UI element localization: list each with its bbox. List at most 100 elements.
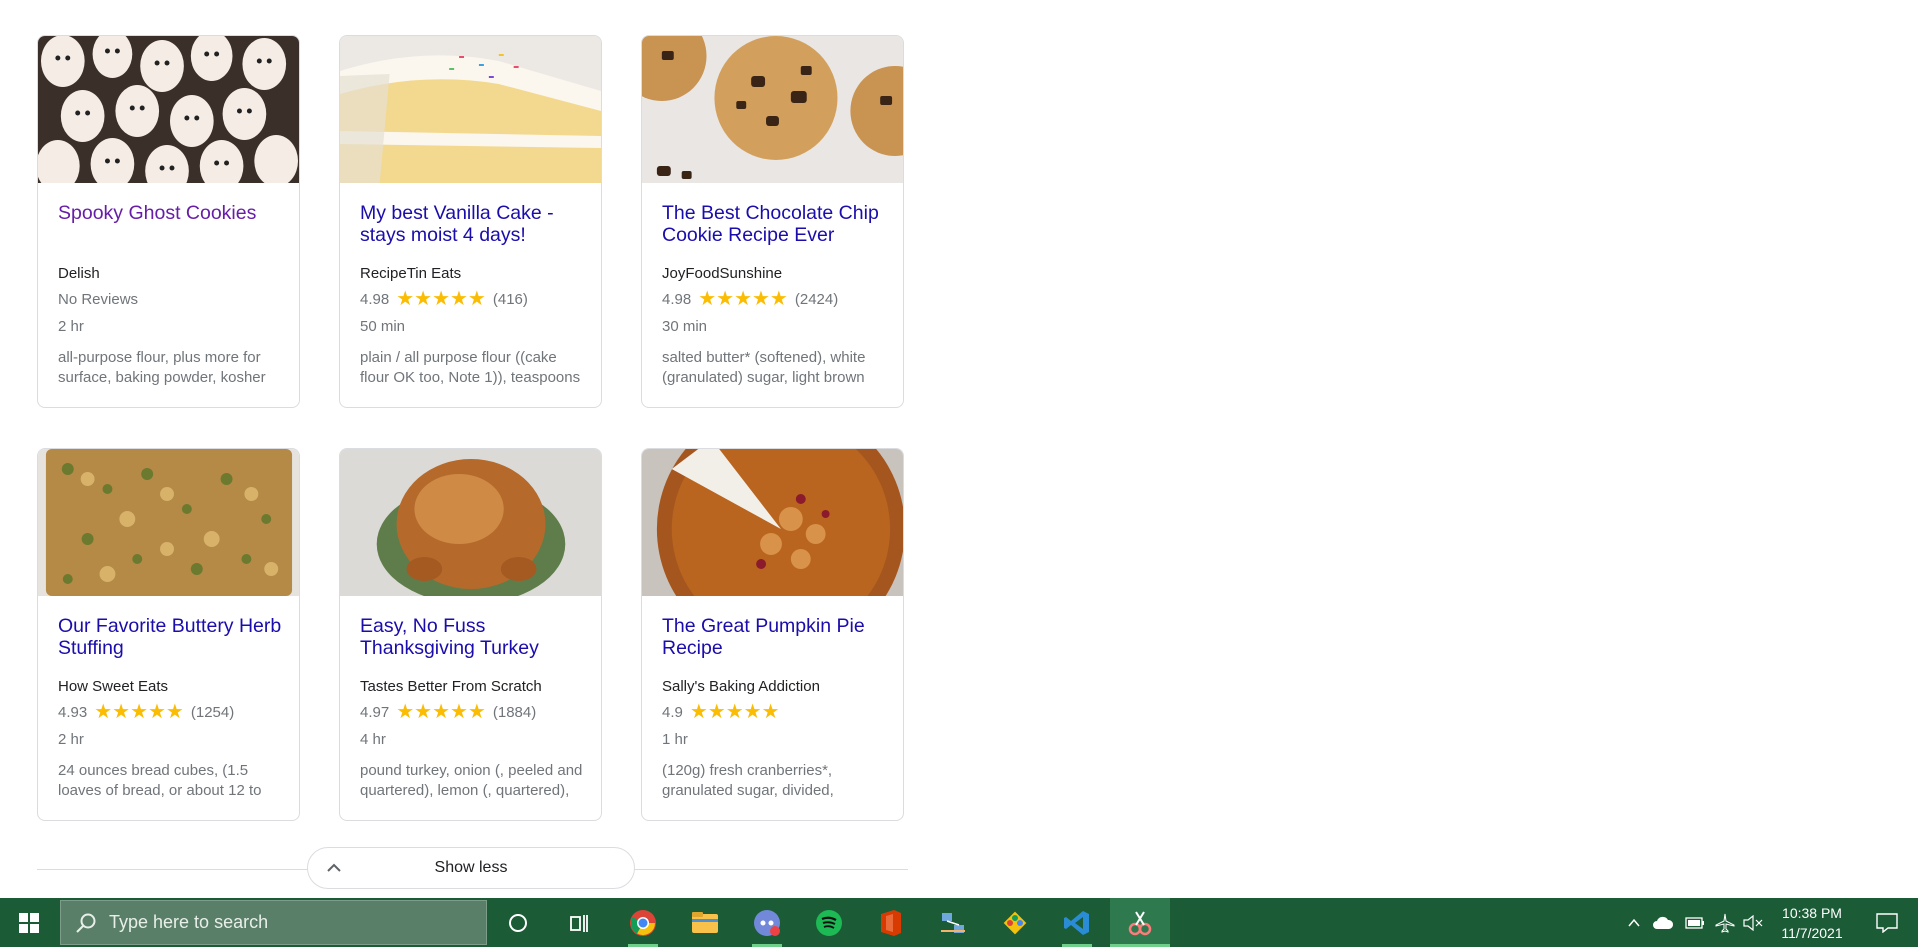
recipe-source: Delish [58,265,100,282]
recipe-image-ghost-cookies [38,36,299,183]
windows-taskbar: Type here to search 10:38 PM 11/7/2021 [0,898,1918,947]
battery-button[interactable] [1682,898,1708,947]
recipe-title[interactable]: The Great Pumpkin Pie Recipe [662,615,889,659]
windows-logo-icon [19,912,39,933]
rating-value: 4.97 [360,704,390,721]
recipe-rating: 4.97 ★★★★★ (1884) [360,701,537,723]
recipe-card-body: Easy, No Fuss Thanksgiving Turkey Tastes… [360,596,587,799]
recipe-rating: 4.98 ★★★★★ (2424) [662,288,839,310]
taskbar-app-office[interactable] [866,898,916,947]
recipe-source: Tastes Better From Scratch [360,678,542,695]
recipe-time: 50 min [360,318,406,335]
recipe-ingredients: (120g) fresh cranberries*, granulated su… [662,762,834,799]
recipe-ingredients: all-purpose flour, plus more for surface… [58,349,266,386]
recipe-card[interactable]: Spooky Ghost Cookies Delish No Reviews 2… [37,35,300,408]
review-count: (1884) [492,704,537,721]
airplane-mode-button[interactable] [1712,898,1738,947]
paint-app-icon [1003,911,1027,934]
clock-time: 10:38 PM [1782,904,1842,921]
recipe-rating: 4.9 ★★★★★ [662,701,787,723]
show-less-button[interactable]: Show less [307,847,635,889]
recipe-card[interactable]: My best Vanilla Cake - stays moist 4 day… [339,35,602,408]
clock[interactable]: 10:38 PM 11/7/2021 [1770,898,1854,947]
notifications-button[interactable] [1862,898,1912,947]
recipe-source: JoyFoodSunshine [662,265,783,282]
recipe-card[interactable]: The Great Pumpkin Pie Recipe Sally's Bak… [641,448,904,821]
recipe-rating: No Reviews [58,291,138,308]
recipe-time: 4 hr [360,731,386,748]
review-count: (416) [492,291,528,308]
office-icon [881,909,901,936]
onedrive-button[interactable] [1650,898,1676,947]
star-rating-icon: ★★★★★ [396,288,486,310]
recipe-image-pumpkin-pie [642,449,903,596]
recipe-time: 2 hr [58,318,84,335]
cloud-icon [1653,916,1674,929]
recipe-title[interactable]: Spooky Ghost Cookies [58,202,285,246]
recipe-title[interactable]: Easy, No Fuss Thanksgiving Turkey [360,615,587,659]
volume-button[interactable] [1740,898,1766,947]
recipe-image-chocolate-chip-cookies [642,36,903,183]
taskbar-app-spotify[interactable] [804,898,854,947]
recipe-title[interactable]: The Best Chocolate Chip Cookie Recipe Ev… [662,202,889,246]
recipe-image-herb-stuffing [38,449,299,596]
recipe-title[interactable]: Our Favorite Buttery Herb Stuffing [58,615,285,659]
star-rating-icon: ★★★★★ [94,701,184,723]
search-placeholder: Type here to search [109,912,269,932]
recipe-time: 30 min [662,318,708,335]
recipe-rating: 4.98 ★★★★★ (416) [360,288,528,310]
recipe-rating: 4.93 ★★★★★ (1254) [58,701,235,723]
recipe-time: 1 hr [662,731,688,748]
review-count: (1254) [190,704,235,721]
recipe-image-turkey [340,449,601,596]
taskbar-search-box[interactable]: Type here to search [60,900,487,945]
taskbar-app-file-explorer[interactable] [680,898,730,947]
file-explorer-icon [692,911,718,933]
recipe-source: RecipeTin Eats [360,265,462,282]
spotify-icon [816,909,842,936]
taskbar-app-vscode[interactable] [1052,898,1102,947]
recipe-card[interactable]: Easy, No Fuss Thanksgiving Turkey Tastes… [339,448,602,821]
recipe-title[interactable]: My best Vanilla Cake - stays moist 4 day… [360,202,587,246]
discord-icon [754,909,780,936]
chrome-icon [630,909,656,936]
network-app-icon [941,912,965,933]
task-view-icon [570,914,588,932]
recipe-card-body: Our Favorite Buttery Herb Stuffing How S… [58,596,285,799]
recipe-ingredients: salted butter* (softened), white (granul… [662,349,866,386]
recipe-ingredients: pound turkey, onion (, peeled and quarte… [360,762,583,799]
recipe-source: How Sweet Eats [58,678,169,695]
cortana-icon [509,913,527,932]
rating-value: 4.98 [360,291,390,308]
show-hidden-icons-button[interactable] [1623,898,1645,947]
taskbar-app-network[interactable] [928,898,978,947]
recipe-card[interactable]: Our Favorite Buttery Herb Stuffing How S… [37,448,300,821]
recipe-ingredients: plain / all purpose flour ((cake flour O… [360,349,581,386]
taskbar-app-chrome[interactable] [618,898,668,947]
star-rating-icon: ★★★★★ [698,288,788,310]
task-view-button[interactable] [556,898,602,947]
rating-value: 4.9 [662,704,683,721]
notification-icon [1876,912,1898,933]
start-button[interactable] [0,898,58,947]
taskbar-app-paint[interactable] [990,898,1040,947]
search-icon [76,913,96,933]
cortana-button[interactable] [495,898,541,947]
recipe-card-body: The Great Pumpkin Pie Recipe Sally's Bak… [662,596,889,799]
recipe-image-vanilla-cake [340,36,601,183]
recipe-card-body: My best Vanilla Cake - stays moist 4 day… [360,183,587,386]
airplane-icon [1715,913,1735,933]
show-less-label: Show less [434,859,508,876]
recipe-source: Sally's Baking Addiction [662,678,820,695]
rating-value: 4.93 [58,704,88,721]
rating-value: 4.98 [662,291,692,308]
taskbar-app-discord[interactable] [742,898,792,947]
recipe-card[interactable]: The Best Chocolate Chip Cookie Recipe Ev… [641,35,904,408]
snip-tool-icon [1128,910,1152,935]
volume-muted-icon [1743,914,1763,931]
star-rating-icon: ★★★★★ [396,701,486,723]
star-rating-icon: ★★★★★ [689,701,780,723]
review-count: (2424) [794,291,839,308]
taskbar-app-snip[interactable] [1110,898,1170,947]
chevron-up-icon [1628,918,1640,926]
